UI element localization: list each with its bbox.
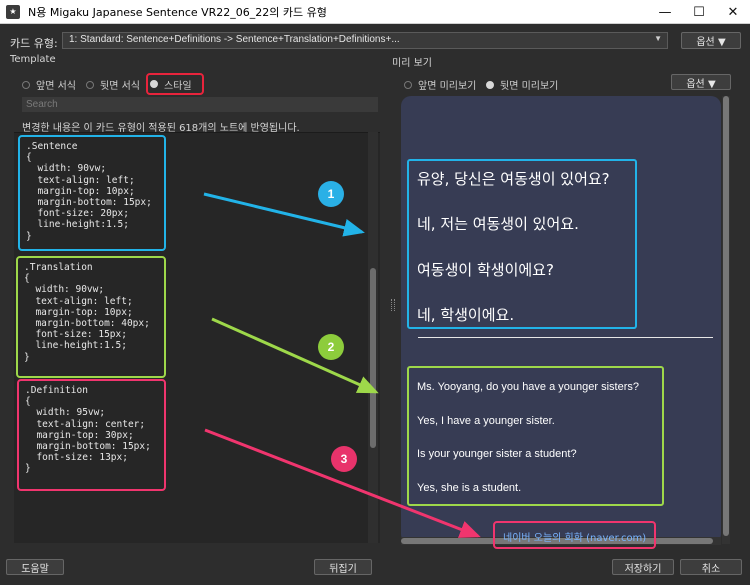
minimize-button[interactable]: — [648,0,682,24]
editor-scrollbar-thumb[interactable] [370,268,376,448]
close-button[interactable]: ✕ [716,0,750,24]
window-controls: — ☐ ✕ [648,0,750,24]
preview-section-label: 미리 보기 [392,58,432,69]
translation-line: Yes, I have a younger sister. [417,415,555,427]
save-button[interactable]: 저장하기 [612,559,674,575]
template-section-label: Template [10,54,56,65]
search-placeholder: Search [26,99,58,110]
css-line: margin-bottom: 15px; [25,441,151,453]
app-icon: ★ [6,4,20,19]
css-line: margin-bottom: 15px; [26,197,152,209]
radio-selected-icon [486,80,494,89]
preview-scrollbar-thumb[interactable] [723,96,729,536]
css-line: text-align: left; [24,295,133,307]
badge-2: 2 [318,334,344,360]
css-line: margin-top: 10px; [26,185,135,197]
css-line: } [24,351,30,363]
css-line: { [24,273,30,285]
css-selector: .Sentence [26,141,78,152]
radio-icon [86,80,94,89]
radio-front-template[interactable]: 앞면 서식 [22,77,76,92]
sentence-line: 여동생이 학생이에요? [417,261,554,279]
css-line: text-align: left; [26,174,135,186]
css-selector: .Definition [25,385,88,396]
css-selector: .Translation [24,262,93,273]
sentence-line: 네, 저는 여동생이 있어요. [417,215,579,233]
preview-options-button[interactable]: 옵션 ▼ [671,74,731,90]
radio-front-template-label: 앞면 서식 [36,81,76,92]
css-line: width: 95vw; [25,407,106,419]
css-line: text-align: center; [25,418,146,430]
sentence-css-block: .Sentence { width: 90vw; text-align: lef… [18,135,166,251]
translation-css-block: .Translation { width: 90vw; text-align: … [16,256,166,378]
css-line: line-height:1.5; [24,340,127,352]
definition-css-block: .Definition { width: 95vw; text-align: c… [17,379,166,491]
radio-styling-label: 스타일 [164,80,192,92]
radio-back-template[interactable]: 뒷면 서식 [86,77,140,92]
flip-button[interactable]: 뒤집기 [314,559,372,575]
card-divider [418,337,713,338]
sentence-line: 유양, 당신은 여동생이 있어요? [417,170,610,188]
translation-line: Ms. Yooyang, do you have a younger siste… [417,381,639,393]
radio-styling[interactable]: 스타일 [146,73,204,95]
sentence-line: 네, 학생이에요. [417,306,515,324]
card-type-select[interactable]: 1: Standard: Sentence+Definitions -> Sen… [62,32,668,49]
css-line: font-size: 13px; [25,452,128,464]
card-type-label: 카드 유형: [10,37,58,50]
css-line: margin-top: 30px; [25,429,134,441]
help-button[interactable]: 도움말 [6,559,64,575]
radio-selected-icon [150,80,158,88]
window-title: N용 Migaku Japanese Sentence VR22_06_22의 … [28,5,327,19]
definition-link[interactable]: 네이버 오늘의 회화 (naver.com) [503,529,646,544]
title-bar: ★ N용 Migaku Japanese Sentence VR22_06_22… [0,0,750,24]
editor-scrollbar[interactable] [368,132,378,543]
radio-front-preview[interactable]: 앞면 미리보기 [404,77,476,92]
preview-scrollbar[interactable] [722,96,730,544]
radio-icon [404,80,412,89]
css-line: font-size: 15px; [24,329,127,341]
radio-icon [22,80,30,89]
css-line: } [25,463,31,475]
translation-line: Yes, she is a student. [417,482,522,494]
card-type-options-button[interactable]: 옵션 ▼ [681,32,741,49]
css-line: { [25,396,31,408]
badge-3: 3 [331,446,357,472]
radio-front-preview-label: 앞면 미리보기 [418,81,477,92]
radio-back-template-label: 뒷면 서식 [100,81,140,92]
radio-back-preview[interactable]: 뒷면 미리보기 [486,77,558,92]
css-line: } [26,230,32,242]
badge-1: 1 [318,181,344,207]
card-type-value: 1: Standard: Sentence+Definitions -> Sen… [69,34,400,45]
css-line: margin-top: 10px; [24,306,133,318]
search-input[interactable]: Search [22,97,378,112]
chevron-down-icon: ▼ [654,34,662,43]
css-line: font-size: 20px; [26,208,129,220]
css-line: { [26,152,32,164]
css-line: line-height:1.5; [26,219,129,231]
css-line: width: 90vw; [24,284,105,296]
cancel-button[interactable]: 취소 [680,559,742,575]
css-line: margin-bottom: 40px; [24,318,150,330]
translation-line: Is your younger sister a student? [417,448,577,460]
radio-back-preview-label: 뒷면 미리보기 [500,81,559,92]
css-line: width: 90vw; [26,163,107,175]
maximize-button[interactable]: ☐ [682,0,716,24]
pane-splitter[interactable] [391,299,395,311]
